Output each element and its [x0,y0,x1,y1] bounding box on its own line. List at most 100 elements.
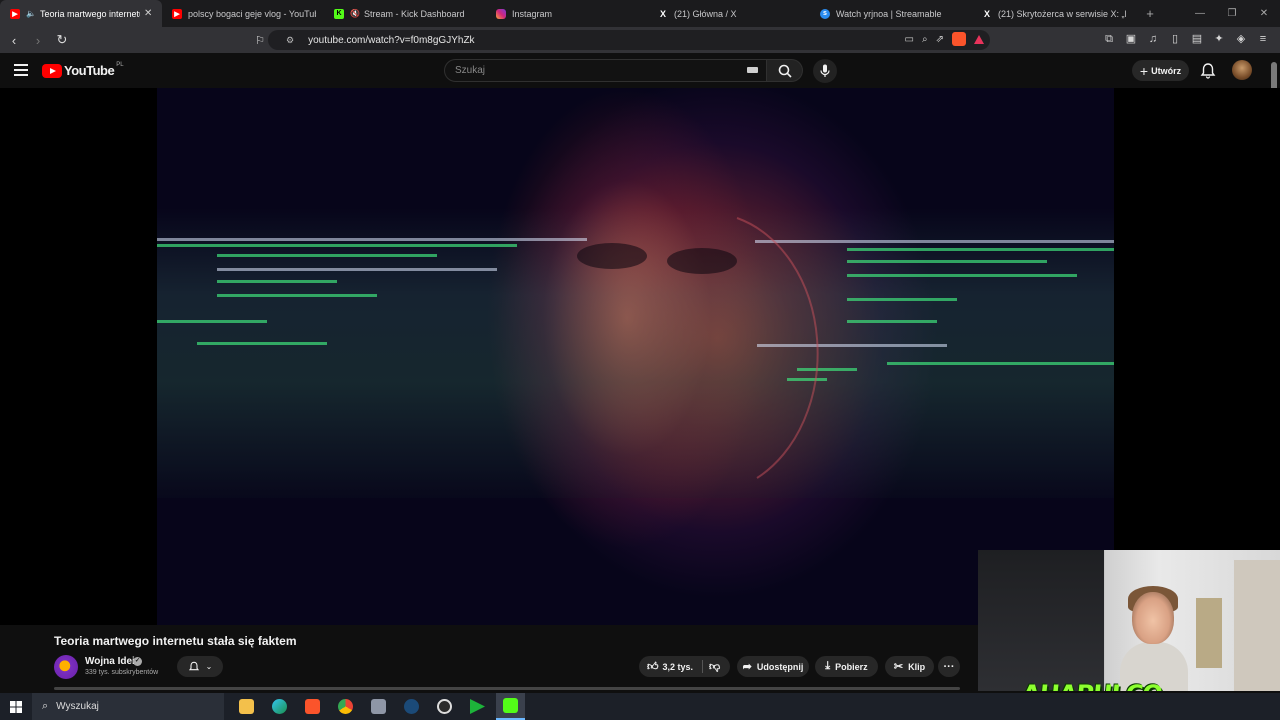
tab-instagram[interactable]: Instagram [486,0,648,27]
youtube-logo[interactable]: YouTube PL [42,61,124,78]
close-window-icon[interactable]: ✕ [1248,8,1280,19]
sidebar-icon[interactable]: ▯ [1168,32,1182,46]
share-button[interactable]: ➦ Udostępnij [737,656,809,677]
channel-avatar[interactable] [54,655,78,679]
brave-icon[interactable] [298,693,327,720]
tab-youtube-video[interactable]: ▶ 🔈 Teoria martwego internetu st ✕ [0,0,162,27]
keyboard-icon[interactable] [747,67,758,73]
search-icon [778,64,792,78]
windows-taskbar: ⌕ Wyszukaj [0,693,1280,720]
zoom-icon[interactable]: ⌕ [922,34,928,45]
account-avatar[interactable] [1232,60,1252,80]
search-placeholder: Szukaj [455,65,486,76]
create-label: Utwórz [1151,65,1182,76]
cast-icon[interactable]: ▭ [905,34,914,45]
create-button[interactable]: + Utwórz [1132,60,1189,81]
wallet-icon[interactable]: ▤ [1190,32,1204,46]
tab-title: Instagram [512,8,553,19]
dislike-button[interactable]: 👎︎ [709,660,720,673]
speaker-icon[interactable]: 🔈 [26,9,36,19]
subscription-bell-button[interactable]: ⌄ [177,656,223,677]
close-tab-icon[interactable]: ✕ [144,8,154,19]
code-streak [847,248,1114,251]
tab-kick-dashboard[interactable]: K 🔇 Stream - Kick Dashboard [324,0,486,27]
edge-icon[interactable] [265,693,294,720]
tab-streamable[interactable]: s Watch yrjnoa | Streamable [810,0,972,27]
back-icon[interactable]: ‹ [4,30,24,50]
url-actions: ▭ ⌕ ⇗ [905,32,984,46]
code-streak [217,268,497,271]
youtube-icon: ▶ [172,8,182,19]
minimize-icon[interactable]: — [1184,8,1216,19]
share-label: Udostępnij [756,661,804,672]
menu-icon[interactable]: ≡ [1256,32,1270,46]
video-frame [157,88,1114,625]
country-code: PL [116,61,124,68]
address-bar-row: ‹ › ↻ ⚐ ⚙ youtube.com/watch?v=f0m8gGJYhZ… [0,27,1280,53]
guide-menu-icon[interactable] [14,64,28,76]
logo-text: YouTube [64,63,115,78]
screenshot-icon[interactable]: ▣ [1124,32,1138,46]
restore-icon[interactable]: ❐ [1216,8,1248,19]
tab-x-post[interactable]: X (21) Skrytożerca w serwisie X: „Rzigo [972,0,1134,27]
forward-icon[interactable]: › [28,30,48,50]
tab-youtube-vlog[interactable]: ▶ polscy bogaci geje vlog - YouTube [162,0,324,27]
webcam-background-door [1234,560,1280,691]
streamer-figure [1120,586,1188,691]
clip-button[interactable]: ✂ Klip [885,656,934,677]
steam-icon[interactable] [397,693,426,720]
notifications-bell-icon[interactable] [1199,62,1217,80]
window-controls: — ❐ ✕ [1184,0,1280,27]
youtube-icon: ▶ [10,8,20,19]
code-streak [847,274,1077,277]
kick-app-icon[interactable] [496,693,525,720]
leo-ai-icon[interactable]: ✦ [1212,32,1226,46]
search-button[interactable] [767,59,803,82]
muted-speaker-icon[interactable]: 🔇 [350,9,360,19]
chrome-icon[interactable] [331,693,360,720]
vpn-icon[interactable]: ◈ [1234,32,1248,46]
video-player[interactable] [0,88,1280,625]
code-streak [217,294,377,297]
plus-icon: + [1139,62,1149,79]
subscriber-count: 339 tys. subskrybentów [85,669,159,676]
code-streak [847,298,957,301]
search-input[interactable]: Szukaj [444,59,767,82]
start-button[interactable] [0,693,32,720]
voice-search-button[interactable] [813,59,837,83]
extensions-icon[interactable]: ⧉ [1102,32,1116,46]
code-streak [217,280,337,283]
new-tab-button[interactable]: + [1140,6,1160,21]
taskbar-search[interactable]: ⌕ Wyszukaj [32,693,224,720]
obs-icon[interactable] [430,693,459,720]
video-title: Teoria martwego internetu stała się fakt… [54,634,297,648]
brave-rewards-icon[interactable] [974,34,984,44]
taskbar-apps [232,693,525,720]
channel-name[interactable]: Wojna Idei [85,656,135,667]
media-icon[interactable]: ♫ [1146,32,1160,46]
like-button[interactable]: 👍︎ 3,2 tys. [647,660,693,673]
code-streak [217,254,437,257]
share-page-icon[interactable]: ⇗ [936,34,944,45]
download-button[interactable]: ⤓ Pobierz [815,656,878,677]
brave-shields-icon[interactable] [952,32,966,46]
webcam-overlay: AHAPULCO [978,550,1280,691]
youtube-play-icon [42,63,62,78]
download-icon: ⤓ [825,660,831,672]
code-streak [847,320,937,323]
app-icon[interactable] [364,693,393,720]
browser-tab-strip: ▶ 🔈 Teoria martwego internetu st ✕ ▶ pol… [0,0,1280,27]
tab-x-home[interactable]: X (21) Główna / X [648,0,810,27]
file-explorer-icon[interactable] [232,693,261,720]
media-player-icon[interactable] [463,693,492,720]
reload-icon[interactable]: ↻ [52,30,72,50]
tab-title: Teoria martwego internetu st [40,8,140,19]
code-streak [157,238,587,241]
horizontal-scrollbar[interactable] [54,687,960,690]
bookmark-icon[interactable]: ⚐ [250,30,270,50]
windows-logo-icon [10,700,22,713]
more-actions-button[interactable]: ··· [938,656,960,677]
extension-icons: ⧉ ▣ ♫ ▯ ▤ ✦ ◈ ≡ [1102,32,1270,46]
site-info-icon[interactable]: ⚙ [286,35,294,46]
url-field[interactable]: ⚙ youtube.com/watch?v=f0m8gGJYhZk ▭ ⌕ ⇗ [268,30,990,50]
